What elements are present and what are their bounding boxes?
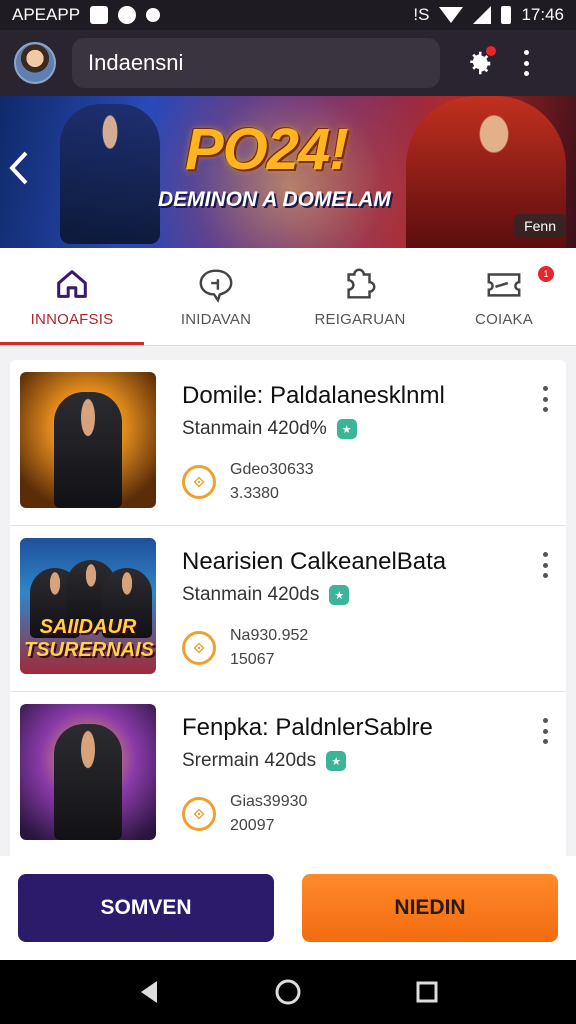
signal-icon bbox=[473, 6, 492, 24]
app-name: APEAPP bbox=[12, 5, 81, 24]
game-meta: Stanmain 420d% bbox=[182, 418, 327, 439]
search-text: Indaensni bbox=[88, 50, 184, 75]
banner-subtitle: DEMINON A DOMELAM bbox=[158, 188, 391, 211]
banner-hero-left bbox=[60, 104, 160, 244]
game-list: Domile: Paldalanesklnml Stanmain 420d% ★ … bbox=[10, 360, 566, 860]
game-thumbnail[interactable] bbox=[20, 372, 156, 508]
promo-banner[interactable]: PO24! DEMINON A DOMELAM Fenn bbox=[0, 96, 576, 248]
chevron-left-icon bbox=[9, 151, 28, 185]
system-nav-bar bbox=[0, 960, 576, 1024]
app-header: Indaensni bbox=[0, 30, 576, 96]
list-item[interactable]: Fenpka: PaldnlerSablre Srermain 420ds ★ ⟐… bbox=[10, 692, 566, 858]
item-menu-button[interactable] bbox=[540, 386, 550, 412]
dot bbox=[542, 718, 548, 723]
stats-icon: ⟐ bbox=[182, 631, 216, 665]
dot bbox=[542, 562, 548, 568]
network-label: !S bbox=[413, 5, 430, 24]
dot bbox=[542, 396, 548, 402]
settings-button[interactable] bbox=[462, 46, 496, 80]
game-thumbnail[interactable]: SAIIDAUR TSURERNAIS bbox=[20, 538, 156, 674]
thumbnail-figure bbox=[54, 724, 122, 840]
list-item[interactable]: Domile: Paldalanesklnml Stanmain 420d% ★ … bbox=[10, 360, 566, 526]
dot bbox=[542, 728, 548, 734]
stat-primary: Na930.952 bbox=[230, 627, 309, 644]
stat-secondary: 20097 bbox=[230, 817, 275, 834]
messenger-icon bbox=[118, 6, 137, 24]
ticket-icon bbox=[487, 273, 521, 297]
home-icon bbox=[57, 270, 87, 298]
tab-label: REIGARUAN bbox=[314, 311, 406, 328]
dot bbox=[542, 552, 548, 557]
coin-icon: ★ bbox=[336, 419, 357, 439]
coin-icon: ★ bbox=[326, 751, 347, 771]
primary-action-button[interactable]: SOMVEN bbox=[18, 874, 274, 942]
home-circle-icon bbox=[275, 979, 301, 1005]
game-meta: Srermain 420ds bbox=[182, 750, 317, 771]
clock: 17:46 bbox=[521, 5, 564, 24]
tab-tickets[interactable]: 1 COIAKA bbox=[432, 248, 576, 345]
banner-badge: Fenn bbox=[514, 214, 566, 238]
puzzle-icon bbox=[347, 268, 376, 299]
overflow-menu-button[interactable] bbox=[516, 46, 536, 80]
tab-bar: INNOAFSIS INIDAVAN REIGARUAN 1 COIAKA bbox=[0, 248, 576, 346]
notification-dot bbox=[486, 46, 496, 56]
wifi-icon bbox=[439, 7, 464, 23]
stat-primary: Gias39930 bbox=[230, 793, 308, 810]
tab-chat[interactable]: INIDAVAN bbox=[144, 248, 288, 345]
thumbnail-figure bbox=[54, 392, 122, 508]
tab-label: COIAKA bbox=[475, 311, 533, 328]
dot bbox=[542, 386, 548, 391]
stats-icon: ⟐ bbox=[182, 797, 216, 831]
tab-badge: 1 bbox=[538, 266, 554, 282]
chat-icon bbox=[199, 269, 233, 303]
stat-secondary: 15067 bbox=[230, 651, 275, 668]
game-title: Nearisien CalkeanelBata bbox=[182, 548, 447, 575]
dot bbox=[523, 50, 529, 55]
item-menu-button[interactable] bbox=[540, 552, 550, 578]
status-bar: APEAPP !S 17:46 bbox=[0, 0, 576, 30]
dot bbox=[542, 407, 548, 412]
banner-prev-button[interactable] bbox=[4, 148, 34, 188]
stats-icon: ⟐ bbox=[182, 465, 216, 499]
tab-puzzle[interactable]: REIGARUAN bbox=[288, 248, 432, 345]
dot bbox=[523, 60, 529, 66]
back-triangle-icon bbox=[141, 981, 158, 1003]
stat-secondary: 3.3380 bbox=[230, 485, 279, 502]
game-thumbnail[interactable] bbox=[20, 704, 156, 840]
item-menu-button[interactable] bbox=[540, 718, 550, 744]
recents-button[interactable] bbox=[407, 972, 447, 1012]
avatar[interactable] bbox=[14, 42, 56, 84]
banner-title: PO24! bbox=[185, 117, 349, 182]
game-title: Domile: Paldalanesklnml bbox=[182, 382, 445, 409]
dot bbox=[542, 573, 548, 578]
search-field[interactable]: Indaensni bbox=[72, 38, 440, 88]
tab-label: INIDAVAN bbox=[180, 311, 252, 328]
game-meta: Stanmain 420ds bbox=[182, 584, 320, 605]
home-nav-button[interactable] bbox=[268, 972, 308, 1012]
dot bbox=[542, 739, 548, 744]
battery-icon bbox=[501, 6, 512, 24]
accent-action-button[interactable]: NIEDIN bbox=[302, 874, 558, 942]
action-bar: SOMVEN NIEDIN bbox=[0, 856, 576, 960]
game-title: Fenpka: PaldnlerSablre bbox=[182, 714, 433, 741]
stat-primary: Gdeo30633 bbox=[230, 461, 314, 478]
thumbnail-text: SAIIDAUR TSURERNAIS bbox=[24, 616, 155, 661]
gallery-icon bbox=[90, 6, 109, 24]
tab-home[interactable]: INNOAFSIS bbox=[0, 248, 144, 345]
back-button[interactable] bbox=[129, 972, 169, 1012]
shield-icon bbox=[146, 8, 161, 22]
coin-icon: ★ bbox=[329, 585, 350, 605]
recents-square-icon bbox=[416, 981, 438, 1003]
list-item[interactable]: SAIIDAUR TSURERNAIS Nearisien CalkeanelB… bbox=[10, 526, 566, 692]
dot bbox=[523, 71, 529, 76]
tab-label: INNOAFSIS bbox=[30, 311, 114, 328]
